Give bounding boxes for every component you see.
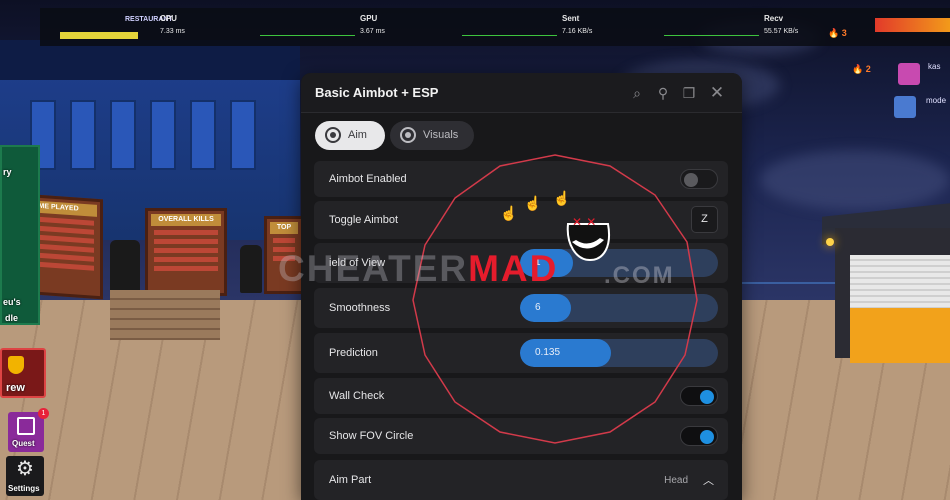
svg-text:✕ ✕: ✕ ✕ [572,215,596,229]
level-bar [875,18,950,32]
row-label: Wall Check [329,390,385,402]
lamp-light [826,238,834,246]
settings-sliders-icon[interactable]: ⚲ [653,83,673,103]
player-character [240,245,262,293]
watermark-part: CHEATER [278,248,469,289]
trophy-icon [8,356,24,374]
side-panel: ry eu's dle [0,145,40,325]
watermark-part: MAD [468,248,559,289]
tab-label: Aim [348,129,367,141]
quest-icon [17,417,35,435]
stat-name: Recv [764,14,784,23]
row-label: Prediction [329,347,378,359]
settings-label: Settings [8,484,40,493]
building-window [230,100,256,170]
cloud [760,150,950,210]
aim-part-row[interactable]: Aim Part Head ︿ [314,460,728,500]
leaderboard-line [154,239,218,244]
streak-counter: 🔥 3 [828,28,847,38]
stat-name: Sent [562,14,580,23]
building-window [70,100,96,170]
watermark-part: .COM [604,262,675,289]
shed-base [850,308,950,363]
mascot-logo: ✕ ✕ [566,215,610,262]
quest-badge: 1 [38,408,49,419]
minimize-icon[interactable]: ❐ [679,83,699,103]
row-label: Show FOV Circle [329,430,414,442]
leaderboard-line [273,238,295,243]
player-name: mode [926,96,947,105]
gear-icon: ⚙ [16,458,34,480]
building-window [150,100,176,170]
sent-graph [462,28,557,36]
leaderboard-line [154,266,218,271]
crew-label: rew [6,382,25,394]
stat-value: 7.33 ms [160,28,185,35]
leaderboard-title: OVERALL KILLS [151,214,221,226]
leaderboard-line [154,257,218,262]
eye-icon [400,127,416,143]
leaderboard-title: TOP [270,222,298,234]
watermark: CHEATERMAD .COM [278,248,673,290]
player-avatar[interactable] [898,63,920,85]
panel-title: Basic Aimbot + ESP [315,85,439,100]
row-label: Toggle Aimbot [329,214,399,226]
row-label: Smoothness [329,302,391,314]
settings-button[interactable]: ⚙ Settings [6,456,44,496]
close-icon[interactable]: ✕ [707,83,727,103]
building-roof [0,40,300,80]
stat-gpu: GPU 3.67 ms [260,14,450,42]
building-window [190,100,216,170]
chevron-up-icon[interactable]: ︿ [703,472,714,488]
player-name: kas [928,62,941,71]
stat-name: CPU [160,14,177,23]
tab-label: Visuals [423,129,459,141]
stat-recv: Recv 55.57 KB/s [664,14,854,42]
streak-value: 2 [865,64,871,74]
recv-graph [664,28,759,36]
aim-part-value: Head [664,475,688,486]
crew-button[interactable]: rew [0,348,46,398]
quest-button[interactable]: Quest 1 [8,408,49,452]
building-window [110,100,136,170]
stat-value: 3.67 ms [360,28,385,35]
stat-name: GPU [360,14,378,23]
shed-shutter [850,255,950,310]
cursor-icon: ☝ [553,190,571,206]
row-label: Aimbot Enabled [329,173,407,185]
tab-aim[interactable]: Aim [315,121,385,150]
cursor-icon: ☝ [524,195,542,211]
streak-counter: 🔥 2 [852,64,871,74]
leaderboard-line [154,230,218,235]
panel-header: Basic Aimbot + ESP ⌕ ⚲ ❐ ✕ [301,73,742,113]
streak-value: 3 [841,28,847,38]
player-avatar[interactable] [894,96,916,118]
stat-value: 55.57 KB/s [764,28,799,35]
leaderboard-overall-kills: OVERALL KILLS [145,208,227,296]
stat-cpu: CPU 7.33 ms [40,14,230,42]
row-label: Aim Part [329,474,372,486]
stat-sent: Sent 7.16 KB/s [462,14,652,42]
player-character [110,240,140,295]
cpu-usage-bar [60,32,138,39]
side-text: ry [3,167,12,177]
side-text: eu's [3,297,21,307]
performance-stats-bar: RESTAURANT CPU 7.33 ms GPU 3.67 ms Sent … [40,8,950,46]
leaderboard-line [154,248,218,253]
crosshair-icon [325,127,341,143]
stairs [110,290,220,340]
quest-label: Quest [12,439,35,448]
tab-visuals[interactable]: Visuals [390,121,474,150]
cursor-icon: ☝ [500,205,518,221]
side-text: dle [5,313,19,323]
search-icon[interactable]: ⌕ [627,83,647,103]
gpu-graph [260,28,355,36]
stat-value: 7.16 KB/s [562,28,593,35]
